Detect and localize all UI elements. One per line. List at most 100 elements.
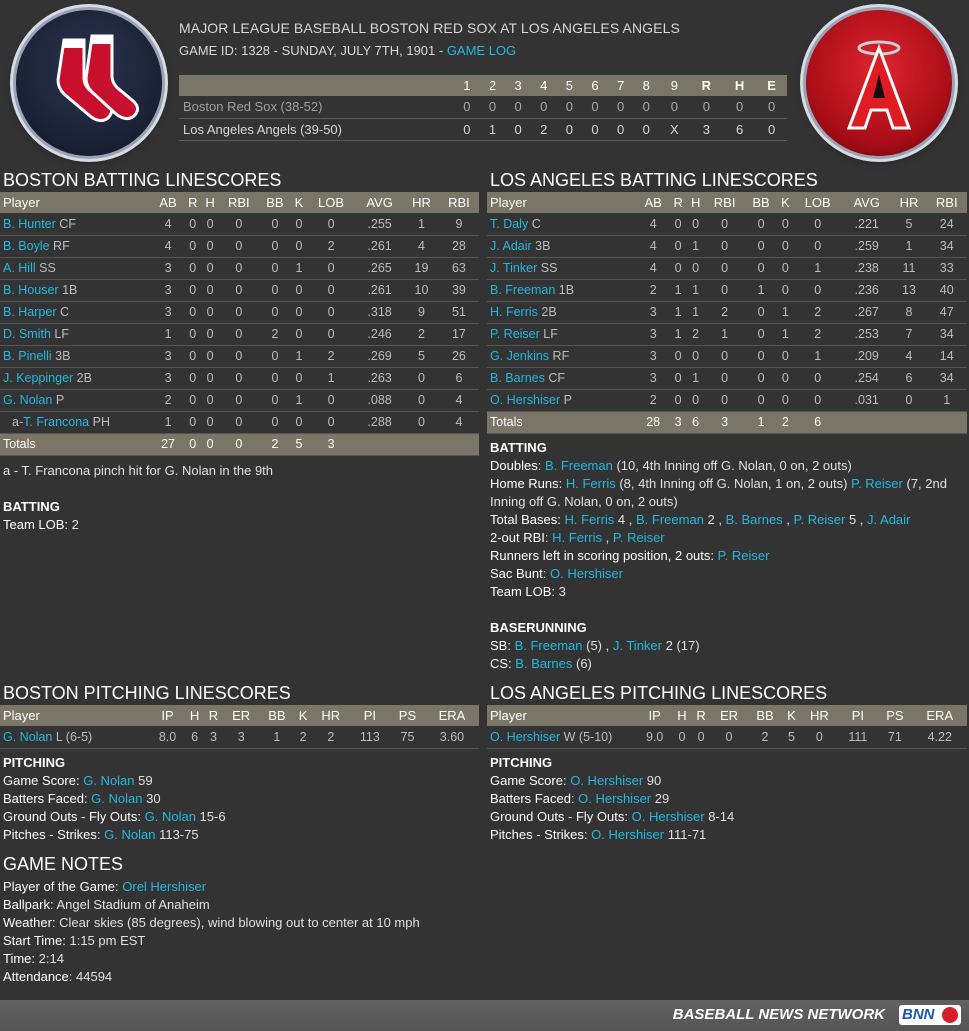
player-link[interactable]: O. Hershiser [578, 791, 651, 806]
stat-cell: 2 [152, 389, 185, 412]
game-log-link[interactable]: GAME LOG [447, 43, 516, 58]
pinch-prefix: a- [12, 415, 24, 429]
home-runs-line: Home Runs: H. Ferris (8, 4th Inning off … [490, 475, 967, 511]
player-link[interactable]: O. Hershiser [570, 773, 643, 788]
stat-cell: 113 [349, 726, 390, 749]
player-link[interactable]: P. Reiser [794, 512, 846, 527]
col-k: K [777, 192, 794, 213]
player-link[interactable]: P. Reiser [718, 548, 770, 563]
stat-cell: 1 [777, 301, 794, 324]
player-link[interactable]: B. Freeman [490, 283, 555, 297]
stat-cell: 0 [777, 279, 794, 302]
player-link[interactable]: J. Keppinger [3, 371, 73, 385]
stat-cell: 4 [637, 257, 670, 280]
stat-cell: 0 [793, 235, 842, 258]
stat-cell: 0 [290, 367, 307, 390]
player-link[interactable]: H. Ferris [564, 512, 614, 527]
player-link[interactable]: G. Jenkins [490, 349, 549, 363]
pitching-header: PITCHING [490, 754, 553, 770]
stat-cell: .265 [355, 257, 405, 280]
stat-cell: 0 [744, 213, 778, 236]
duration-label: Time: [3, 951, 36, 966]
player-link[interactable]: H. Ferris [490, 305, 538, 319]
player-link[interactable]: B. Pinelli [3, 349, 52, 363]
player-link[interactable]: O. Hershiser [550, 566, 623, 581]
table-row: P. Reiser LF 3 1 2 1 0 1 2.253 7 34 [487, 323, 967, 346]
player-link[interactable]: D. Smith [3, 327, 51, 341]
totals-row: Totals 27 0 0 0 2 5 3 [0, 433, 479, 456]
linescore-cell: 0 [530, 96, 557, 119]
col-ip: IP [150, 705, 186, 726]
stat-cell: 1 [686, 367, 705, 390]
player-link[interactable]: P. Reiser [613, 530, 665, 545]
player-link[interactable]: G. Nolan [145, 809, 196, 824]
player-link[interactable]: B. Barnes [726, 512, 783, 527]
bnn-badge-text: BNN [902, 1006, 935, 1023]
stat-cell: 2 [306, 345, 356, 368]
player-link[interactable]: H. Ferris [552, 530, 602, 545]
player-link[interactable]: P. Reiser [851, 476, 903, 491]
player-link[interactable]: O. Hershiser [591, 827, 664, 842]
player-link[interactable]: G. Nolan [104, 827, 155, 842]
player-link[interactable]: P. Reiser [490, 327, 540, 341]
stat-cell: .288 [355, 411, 405, 434]
table-row: G. Nolan P 2 0 0 0 0 1 0.088 0 4 [0, 389, 479, 412]
player-link[interactable]: T. Daly [490, 217, 528, 231]
player-link[interactable]: J. Adair [867, 512, 910, 527]
player-link[interactable]: B. Houser [3, 283, 59, 297]
stat-cell: 0 [218, 323, 259, 346]
player-position: LF [543, 327, 558, 341]
sb-value: 2 (17) [661, 637, 700, 653]
ballpark-label: Ballpark: [3, 897, 54, 912]
player-link[interactable]: B. Barnes [515, 656, 572, 671]
stat-cell: 111 [838, 726, 878, 749]
table-header: Player IP H R ER BB K HR PI PS ERA [487, 705, 967, 726]
player-link[interactable]: O. Hershiser [490, 730, 560, 744]
linescore-cell: 0 [689, 96, 723, 119]
stat-cell: 0 [184, 301, 202, 324]
linescore-cell: 0 [582, 96, 608, 119]
stat-cell: 0 [184, 213, 202, 236]
player-link[interactable]: J. Tinker [490, 261, 537, 275]
player-position: SS [540, 261, 558, 275]
player-link[interactable]: B. Freeman [545, 458, 613, 473]
player-link[interactable]: B. Hunter [3, 217, 56, 231]
stolen-bases-line: SB: B. Freeman (5) , J. Tinker 2 (17) [490, 637, 967, 655]
player-link[interactable]: O. Hershiser [632, 809, 705, 824]
stat-cell: 13 [891, 279, 927, 302]
player-link[interactable]: J. Adair [490, 239, 532, 253]
player-link[interactable]: B. Barnes [490, 371, 545, 385]
linescore-cell: 1 [479, 118, 506, 141]
stat-cell: 3 [222, 726, 260, 749]
player-link[interactable]: B. Freeman [515, 638, 583, 653]
player-link[interactable]: G. Nolan [3, 730, 52, 744]
stat-cell: .267 [841, 301, 892, 324]
player-cell: B. Boyle RF [0, 235, 152, 258]
batters-faced-line: Batters Faced: O. Hershiser 29 [490, 790, 967, 808]
stat-cell: 3 [152, 345, 185, 368]
player-link[interactable]: O. Hershiser [490, 393, 560, 407]
player-link[interactable]: B. Harper [3, 305, 57, 319]
game-score-label: Game Score: [3, 772, 80, 788]
player-position: 3B [535, 239, 551, 253]
player-link[interactable]: A. Hill [3, 261, 36, 275]
player-link[interactable]: T. Francona [23, 415, 89, 429]
player-link[interactable]: Orel Hershiser [122, 879, 206, 894]
player-link[interactable]: B. Freeman [636, 512, 704, 527]
player-position: PH [92, 415, 110, 429]
player-link[interactable]: H. Ferris [566, 476, 616, 491]
stat-cell: 1 [686, 235, 705, 258]
player-link[interactable]: B. Boyle [3, 239, 50, 253]
stat-cell: 1 [891, 235, 927, 258]
game-score-label: Game Score: [490, 772, 567, 788]
stat-cell: 3 [152, 301, 185, 324]
stat-cell: 2 [294, 726, 312, 749]
player-link[interactable]: G. Nolan [83, 773, 134, 788]
stat-cell: 0 [800, 726, 839, 749]
col-lob: LOB [793, 192, 842, 213]
stat-cell: 2 [704, 301, 745, 324]
player-link[interactable]: G. Nolan [91, 791, 142, 806]
stat-cell: 1 [686, 301, 705, 324]
player-link[interactable]: G. Nolan [3, 393, 52, 407]
player-link[interactable]: J. Tinker [613, 638, 662, 653]
